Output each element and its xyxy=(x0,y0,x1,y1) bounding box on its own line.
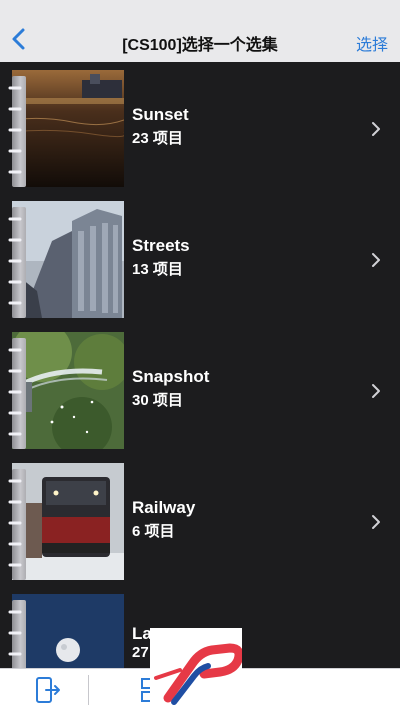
album-cover xyxy=(8,463,124,580)
album-rings xyxy=(8,610,22,656)
album-count: 13 项目 xyxy=(132,261,183,278)
album-rings xyxy=(8,86,22,174)
album-count: 23 项目 xyxy=(132,130,183,147)
album-row[interactable]: Streets 13 项目 xyxy=(0,201,400,332)
album-cover xyxy=(8,332,124,449)
page-title: [CS100]选择一个选集 xyxy=(122,37,278,54)
album-rings xyxy=(8,217,22,305)
album-title: Snapshot xyxy=(132,367,210,386)
album-title: Streets xyxy=(132,236,190,255)
album-count: 30 项目 xyxy=(132,392,183,409)
chevron-right-icon xyxy=(372,253,380,267)
chevron-left-icon xyxy=(12,28,25,50)
album-thumbnail-water xyxy=(12,332,124,449)
album-row[interactable]: Snapshot 30 项目 xyxy=(0,332,400,463)
album-row[interactable]: Railway 6 项目 xyxy=(0,463,400,594)
album-rings xyxy=(8,348,22,436)
toolbar-divider xyxy=(88,675,89,705)
album-thumbnail-sunset xyxy=(12,70,124,187)
album-row[interactable]: Sunset 23 项目 xyxy=(0,70,400,201)
album-thumbnail-train xyxy=(12,463,124,580)
navigation-bar: [CS100]选择一个选集 选择 xyxy=(0,0,400,62)
album-list[interactable]: Sunset 23 项目 Streets 13 项目 Snapshot 30 项… xyxy=(0,62,400,668)
chevron-right-icon xyxy=(372,122,380,136)
album-count: 6 项目 xyxy=(132,523,175,540)
album-rings xyxy=(8,479,22,567)
share-export-icon xyxy=(36,677,60,703)
back-button[interactable] xyxy=(8,24,32,54)
album-cover xyxy=(8,70,124,187)
chevron-right-icon xyxy=(372,384,380,398)
album-thumbnail-city xyxy=(12,201,124,318)
album-count: 27 xyxy=(132,644,149,661)
album-title: Railway xyxy=(132,498,196,517)
album-thumbnail-moon xyxy=(12,594,124,668)
album-cover xyxy=(8,201,124,318)
chevron-right-icon xyxy=(372,515,380,529)
album-cover xyxy=(8,594,124,668)
select-button[interactable]: 选择 xyxy=(356,31,388,55)
album-title: La xyxy=(132,624,152,643)
album-title: Sunset xyxy=(132,105,189,124)
watermark-logo xyxy=(150,628,244,710)
share-button[interactable] xyxy=(34,675,62,705)
logo-icon xyxy=(154,643,244,705)
